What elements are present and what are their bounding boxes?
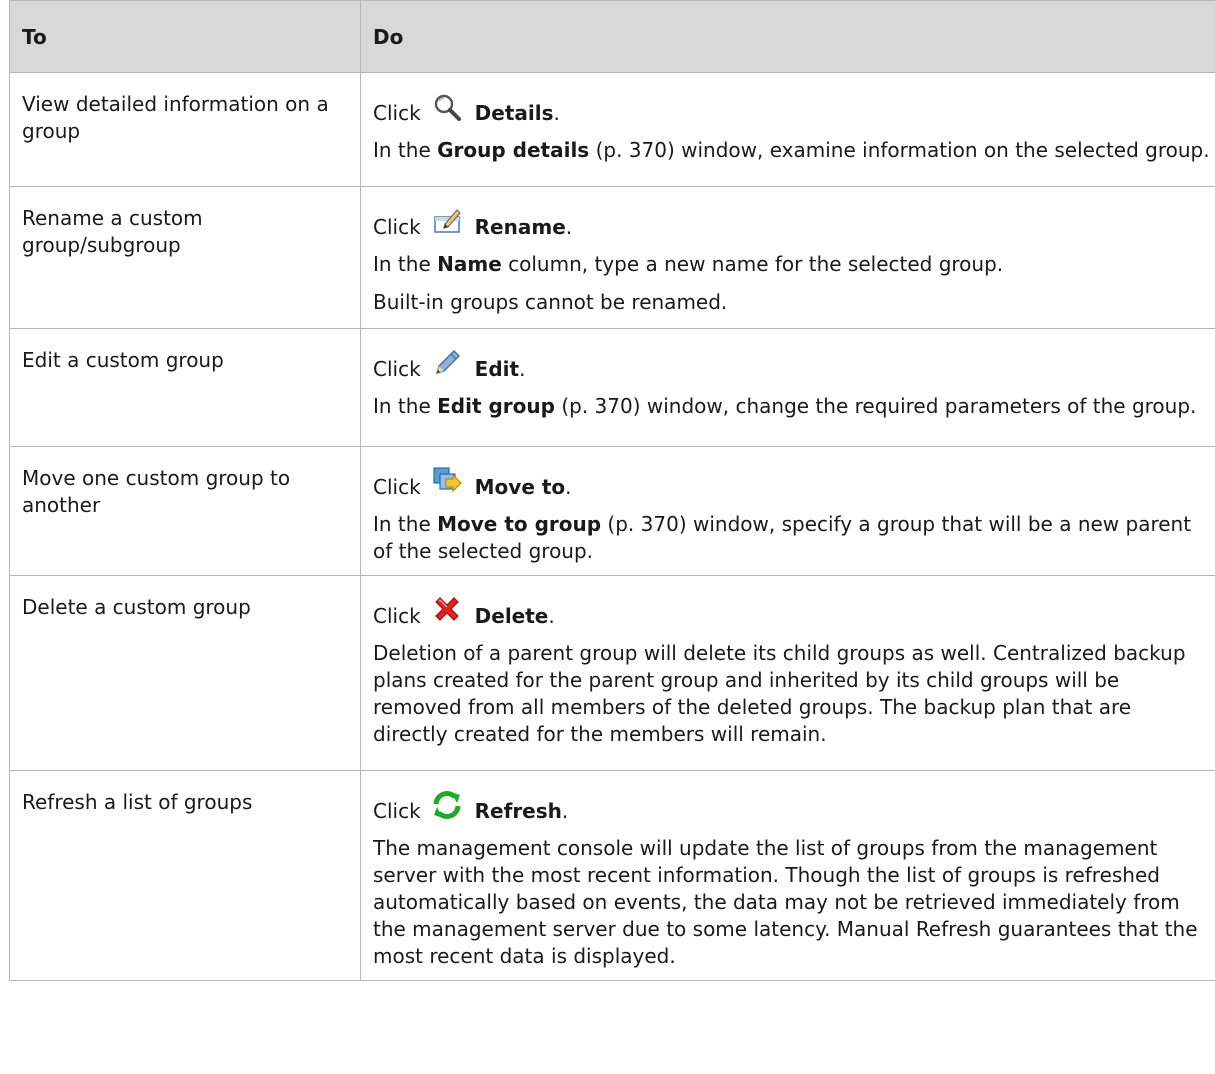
edit-command: Edit: [474, 357, 520, 381]
row-action: Click Move to. In the Move to group (p. …: [360, 446, 1215, 576]
row-action: Click Edit. In the Edit group (p. 370) w…: [360, 328, 1215, 447]
click-word: Click: [373, 604, 421, 628]
click-instruction: Click Edit.: [373, 343, 1211, 383]
window-name: Move to group: [437, 512, 602, 536]
delete-icon: [429, 592, 465, 628]
rename-icon: [429, 203, 465, 239]
desc-text: column, type a new name for the selected…: [501, 252, 1004, 276]
period: .: [519, 357, 526, 381]
period: .: [565, 475, 572, 499]
desc-text: In the: [373, 252, 438, 276]
row-action: Click Rename. In the Name column, type a…: [360, 186, 1215, 329]
row-description: In the Edit group (p. 370) window, chang…: [373, 393, 1211, 420]
click-instruction: Click Move to.: [373, 461, 1211, 501]
move-icon: [429, 463, 465, 499]
pencil-icon: [429, 345, 465, 381]
period: .: [548, 604, 555, 628]
row-task: Move one custom group to another: [9, 446, 361, 576]
table-header-row: To Do: [9, 0, 1215, 73]
row-task: Edit a custom group: [9, 328, 361, 447]
click-word: Click: [373, 101, 421, 125]
row-note: Built-in groups cannot be renamed.: [373, 290, 728, 314]
row-task: Refresh a list of groups: [9, 770, 361, 981]
window-name: Edit group: [437, 394, 555, 418]
row-task: Delete a custom group: [9, 575, 361, 771]
table-row: View detailed information on a group Cli…: [9, 72, 1215, 187]
row-task: View detailed information on a group: [9, 72, 361, 187]
details-command: Details: [474, 101, 554, 125]
click-word: Click: [373, 475, 421, 499]
desc-text: In the: [373, 512, 438, 536]
row-description: In the Name column, type a new name for …: [373, 251, 1211, 278]
row-action: Click Delete. Deletion of a parent group…: [360, 575, 1215, 771]
period: .: [553, 101, 560, 125]
table-row: Delete a custom group Click Delete. Dele…: [9, 575, 1215, 771]
period: .: [561, 799, 569, 823]
window-name: Group details: [437, 138, 590, 162]
column-header-do: Do: [360, 0, 1215, 73]
refresh-command: Refresh: [474, 799, 562, 823]
row-description: Deletion of a parent group will delete i…: [373, 641, 1186, 746]
click-instruction: Click Refresh.: [373, 785, 1211, 825]
refresh-icon: [429, 787, 465, 823]
move-to-command: Move to: [474, 475, 566, 499]
row-task: Rename a custom group/subgroup: [9, 186, 361, 329]
row-description: The management console will update the l…: [373, 836, 1198, 968]
period: .: [565, 215, 573, 239]
click-instruction: Click Delete.: [373, 590, 1211, 630]
table-row: Refresh a list of groups Click Refresh.: [9, 770, 1215, 981]
click-word: Click: [373, 215, 421, 239]
row-action: Click Refresh. The management console wi…: [360, 770, 1215, 981]
desc-text: In the: [373, 138, 438, 162]
magnifier-icon: [429, 89, 465, 125]
desc-text: (p. 370) window, change the required par…: [554, 394, 1197, 418]
desc-text: In the: [373, 394, 438, 418]
rename-command: Rename: [474, 215, 566, 239]
table-row: Rename a custom group/subgroup Click Ren…: [9, 186, 1215, 329]
actions-table: To Do View detailed information on a gro…: [9, 0, 1215, 981]
click-word: Click: [373, 357, 421, 381]
column-name: Name: [437, 252, 502, 276]
row-description: In the Group details (p. 370) window, ex…: [373, 137, 1211, 164]
table-row: Edit a custom group Click Edit. In the E…: [9, 328, 1215, 447]
click-word: Click: [373, 799, 421, 823]
row-description: In the Move to group (p. 370) window, sp…: [373, 511, 1211, 565]
click-instruction: Click Rename.: [373, 201, 1211, 241]
click-instruction: Click Details.: [373, 87, 1211, 127]
table-row: Move one custom group to another Click M…: [9, 446, 1215, 576]
delete-command: Delete: [474, 604, 549, 628]
row-action: Click Details. In the Group details (p. …: [360, 72, 1215, 187]
desc-text: (p. 370) window, examine information on …: [589, 138, 1210, 162]
column-header-to: To: [9, 0, 361, 73]
